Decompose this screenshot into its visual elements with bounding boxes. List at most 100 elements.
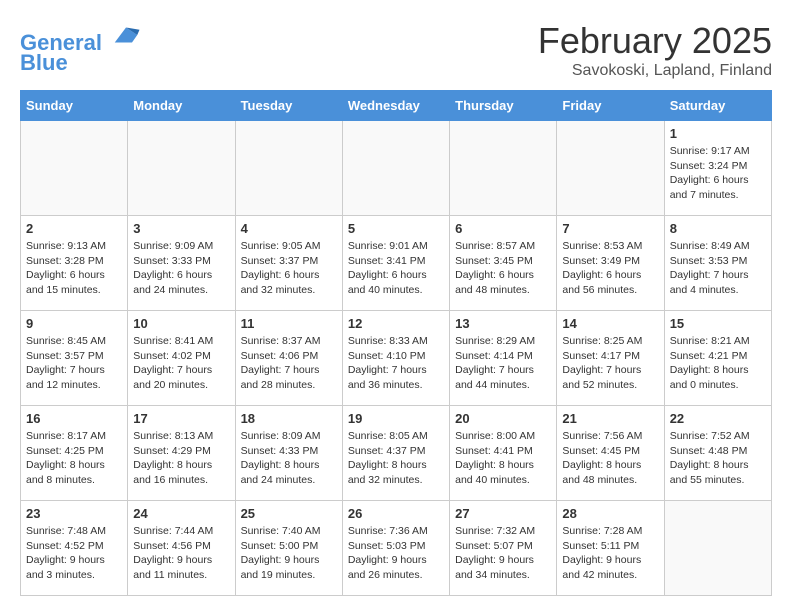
day-number: 3 xyxy=(133,221,229,236)
calendar-cell xyxy=(21,121,128,216)
calendar-cell: 27 Sunrise: 7:32 AM Sunset: 5:07 PM Dayli… xyxy=(450,501,557,596)
day-info: Sunrise: 9:01 AM Sunset: 3:41 PM Dayligh… xyxy=(348,239,444,298)
day-number: 24 xyxy=(133,506,229,521)
day-number: 28 xyxy=(562,506,658,521)
day-number: 27 xyxy=(455,506,551,521)
weekday-header-sunday: Sunday xyxy=(21,91,128,121)
day-number: 23 xyxy=(26,506,122,521)
day-info: Sunrise: 8:00 AM Sunset: 4:41 PM Dayligh… xyxy=(455,429,551,488)
day-info: Sunrise: 8:49 AM Sunset: 3:53 PM Dayligh… xyxy=(670,239,766,298)
day-info: Sunrise: 8:05 AM Sunset: 4:37 PM Dayligh… xyxy=(348,429,444,488)
day-info: Sunrise: 8:25 AM Sunset: 4:17 PM Dayligh… xyxy=(562,334,658,393)
calendar-cell: 21 Sunrise: 7:56 AM Sunset: 4:45 PM Dayli… xyxy=(557,406,664,501)
day-info: Sunrise: 9:05 AM Sunset: 3:37 PM Dayligh… xyxy=(241,239,337,298)
weekday-header-wednesday: Wednesday xyxy=(342,91,449,121)
week-row-1: 1 Sunrise: 9:17 AM Sunset: 3:24 PM Daylig… xyxy=(21,121,772,216)
day-info: Sunrise: 7:28 AM Sunset: 5:11 PM Dayligh… xyxy=(562,524,658,583)
week-row-2: 2 Sunrise: 9:13 AM Sunset: 3:28 PM Daylig… xyxy=(21,216,772,311)
day-number: 21 xyxy=(562,411,658,426)
calendar-cell: 28 Sunrise: 7:28 AM Sunset: 5:11 PM Dayli… xyxy=(557,501,664,596)
day-number: 7 xyxy=(562,221,658,236)
logo-icon xyxy=(111,20,141,50)
day-info: Sunrise: 8:17 AM Sunset: 4:25 PM Dayligh… xyxy=(26,429,122,488)
calendar-cell: 4Sunrise: 9:05 AM Sunset: 3:37 PM Daylig… xyxy=(235,216,342,311)
calendar-cell: 20 Sunrise: 8:00 AM Sunset: 4:41 PM Dayli… xyxy=(450,406,557,501)
calendar-cell: 19 Sunrise: 8:05 AM Sunset: 4:37 PM Dayli… xyxy=(342,406,449,501)
calendar-cell: 24 Sunrise: 7:44 AM Sunset: 4:56 PM Dayli… xyxy=(128,501,235,596)
day-info: Sunrise: 8:57 AM Sunset: 3:45 PM Dayligh… xyxy=(455,239,551,298)
day-number: 2 xyxy=(26,221,122,236)
calendar-cell: 23 Sunrise: 7:48 AM Sunset: 4:52 PM Dayli… xyxy=(21,501,128,596)
calendar-cell xyxy=(557,121,664,216)
weekday-header-tuesday: Tuesday xyxy=(235,91,342,121)
day-info: Sunrise: 7:44 AM Sunset: 4:56 PM Dayligh… xyxy=(133,524,229,583)
day-number: 22 xyxy=(670,411,766,426)
weekday-header-friday: Friday xyxy=(557,91,664,121)
location: Savokoski, Lapland, Finland xyxy=(538,62,772,80)
month-title: February 2025 xyxy=(538,20,772,62)
day-info: Sunrise: 7:56 AM Sunset: 4:45 PM Dayligh… xyxy=(562,429,658,488)
calendar-cell: 22 Sunrise: 7:52 AM Sunset: 4:48 PM Dayli… xyxy=(664,406,771,501)
day-number: 9 xyxy=(26,316,122,331)
day-number: 16 xyxy=(26,411,122,426)
page-header: General Blue February 2025 Savokoski, La… xyxy=(20,20,772,80)
day-number: 8 xyxy=(670,221,766,236)
calendar-cell xyxy=(664,501,771,596)
calendar-cell: 6 Sunrise: 8:57 AM Sunset: 3:45 PM Daylig… xyxy=(450,216,557,311)
day-info: Sunrise: 8:29 AM Sunset: 4:14 PM Dayligh… xyxy=(455,334,551,393)
calendar-cell: 3 Sunrise: 9:09 AM Sunset: 3:33 PM Daylig… xyxy=(128,216,235,311)
day-info: Sunrise: 9:13 AM Sunset: 3:28 PM Dayligh… xyxy=(26,239,122,298)
week-row-4: 16 Sunrise: 8:17 AM Sunset: 4:25 PM Dayli… xyxy=(21,406,772,501)
day-info: Sunrise: 8:53 AM Sunset: 3:49 PM Dayligh… xyxy=(562,239,658,298)
weekday-header-monday: Monday xyxy=(128,91,235,121)
day-info: Sunrise: 8:13 AM Sunset: 4:29 PM Dayligh… xyxy=(133,429,229,488)
calendar-cell: 7 Sunrise: 8:53 AM Sunset: 3:49 PM Daylig… xyxy=(557,216,664,311)
day-number: 19 xyxy=(348,411,444,426)
calendar-cell: 17Sunrise: 8:13 AM Sunset: 4:29 PM Dayli… xyxy=(128,406,235,501)
day-number: 14 xyxy=(562,316,658,331)
day-info: Sunrise: 7:36 AM Sunset: 5:03 PM Dayligh… xyxy=(348,524,444,583)
day-number: 13 xyxy=(455,316,551,331)
day-info: Sunrise: 8:37 AM Sunset: 4:06 PM Dayligh… xyxy=(241,334,337,393)
day-info: Sunrise: 8:09 AM Sunset: 4:33 PM Dayligh… xyxy=(241,429,337,488)
calendar-cell: 11 Sunrise: 8:37 AM Sunset: 4:06 PM Dayli… xyxy=(235,311,342,406)
calendar-cell: 8 Sunrise: 8:49 AM Sunset: 3:53 PM Daylig… xyxy=(664,216,771,311)
week-row-5: 23 Sunrise: 7:48 AM Sunset: 4:52 PM Dayli… xyxy=(21,501,772,596)
day-number: 5 xyxy=(348,221,444,236)
weekday-header-row: SundayMondayTuesdayWednesdayThursdayFrid… xyxy=(21,91,772,121)
day-number: 1 xyxy=(670,126,766,141)
calendar-cell: 26Sunrise: 7:36 AM Sunset: 5:03 PM Dayli… xyxy=(342,501,449,596)
week-row-3: 9 Sunrise: 8:45 AM Sunset: 3:57 PM Daylig… xyxy=(21,311,772,406)
day-number: 11 xyxy=(241,316,337,331)
day-info: Sunrise: 7:40 AM Sunset: 5:00 PM Dayligh… xyxy=(241,524,337,583)
day-info: Sunrise: 9:09 AM Sunset: 3:33 PM Dayligh… xyxy=(133,239,229,298)
day-info: Sunrise: 8:33 AM Sunset: 4:10 PM Dayligh… xyxy=(348,334,444,393)
logo: General Blue xyxy=(20,20,141,76)
day-number: 6 xyxy=(455,221,551,236)
day-info: Sunrise: 7:48 AM Sunset: 4:52 PM Dayligh… xyxy=(26,524,122,583)
calendar-cell: 10 Sunrise: 8:41 AM Sunset: 4:02 PM Dayli… xyxy=(128,311,235,406)
calendar-cell: 2 Sunrise: 9:13 AM Sunset: 3:28 PM Daylig… xyxy=(21,216,128,311)
day-number: 15 xyxy=(670,316,766,331)
calendar-cell xyxy=(235,121,342,216)
day-info: Sunrise: 8:45 AM Sunset: 3:57 PM Dayligh… xyxy=(26,334,122,393)
calendar-cell: 5 Sunrise: 9:01 AM Sunset: 3:41 PM Daylig… xyxy=(342,216,449,311)
calendar-cell: 25 Sunrise: 7:40 AM Sunset: 5:00 PM Dayli… xyxy=(235,501,342,596)
day-info: Sunrise: 7:32 AM Sunset: 5:07 PM Dayligh… xyxy=(455,524,551,583)
title-section: February 2025 Savokoski, Lapland, Finlan… xyxy=(538,20,772,80)
calendar-table: SundayMondayTuesdayWednesdayThursdayFrid… xyxy=(20,90,772,596)
calendar-cell: 15 Sunrise: 8:21 AM Sunset: 4:21 PM Dayli… xyxy=(664,311,771,406)
calendar-cell: 1 Sunrise: 9:17 AM Sunset: 3:24 PM Daylig… xyxy=(664,121,771,216)
calendar-cell: 13 Sunrise: 8:29 AM Sunset: 4:14 PM Dayli… xyxy=(450,311,557,406)
day-info: Sunrise: 7:52 AM Sunset: 4:48 PM Dayligh… xyxy=(670,429,766,488)
day-info: Sunrise: 9:17 AM Sunset: 3:24 PM Dayligh… xyxy=(670,144,766,203)
day-number: 20 xyxy=(455,411,551,426)
day-number: 25 xyxy=(241,506,337,521)
calendar-cell xyxy=(342,121,449,216)
weekday-header-saturday: Saturday xyxy=(664,91,771,121)
weekday-header-thursday: Thursday xyxy=(450,91,557,121)
day-info: Sunrise: 8:21 AM Sunset: 4:21 PM Dayligh… xyxy=(670,334,766,393)
day-number: 10 xyxy=(133,316,229,331)
day-info: Sunrise: 8:41 AM Sunset: 4:02 PM Dayligh… xyxy=(133,334,229,393)
calendar-cell: 9 Sunrise: 8:45 AM Sunset: 3:57 PM Daylig… xyxy=(21,311,128,406)
